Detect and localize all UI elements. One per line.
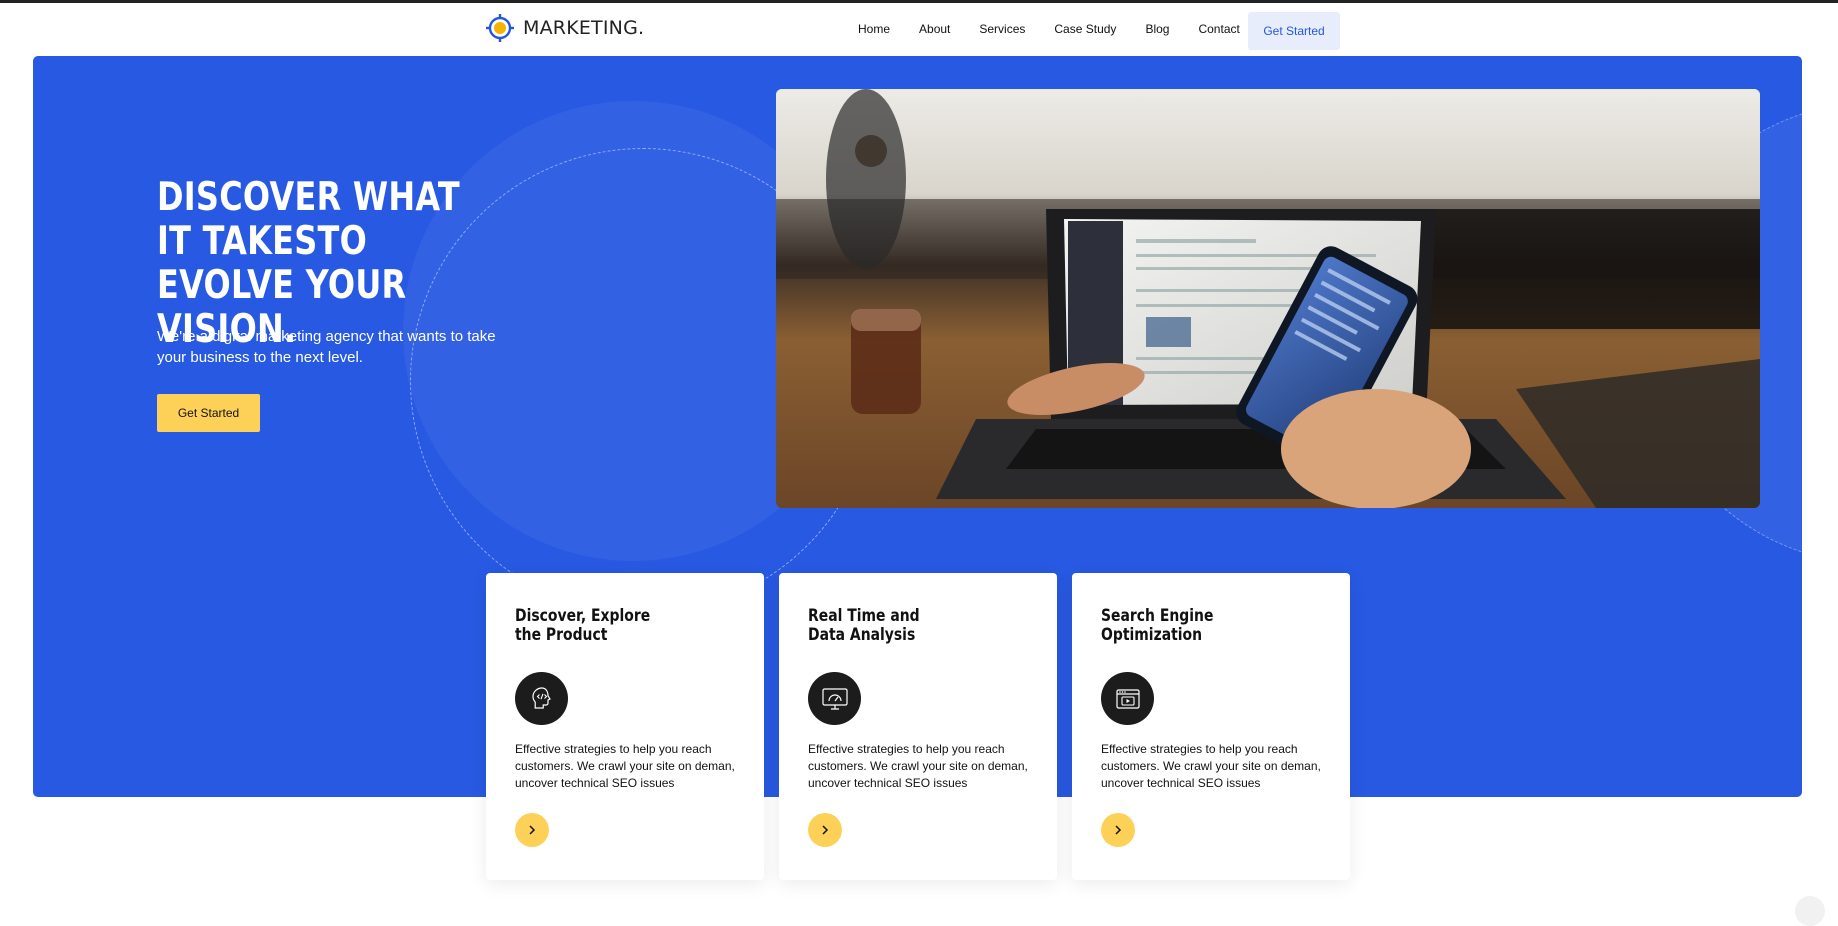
- browser-video-icon: [1101, 672, 1154, 725]
- main-nav: Home About Services Case Study Blog Cont…: [858, 3, 1269, 55]
- hero-photo-illustration: [776, 89, 1760, 508]
- card-title: Real Time and Data Analysis: [808, 606, 920, 645]
- site-header: MARKETING. Home About Services Case Stud…: [0, 3, 1838, 55]
- card-description: Effective strategies to help you reach c…: [808, 742, 1028, 790]
- scroll-to-top-button[interactable]: [1795, 896, 1825, 926]
- card-title: Search Engine Optimization: [1101, 606, 1214, 645]
- card-description: Effective strategies to help you reach c…: [515, 742, 735, 790]
- card-arrow-button[interactable]: [515, 813, 549, 847]
- nav-item-home[interactable]: Home: [858, 22, 890, 36]
- nav-item-contact[interactable]: Contact: [1198, 22, 1239, 36]
- nav-item-about[interactable]: About: [919, 22, 950, 36]
- chevron-right-icon: [822, 825, 829, 835]
- brand-logo[interactable]: MARKETING.: [485, 13, 644, 43]
- chevron-right-icon: [1115, 825, 1122, 835]
- card-arrow-button[interactable]: [808, 813, 842, 847]
- hero-get-started-button[interactable]: Get Started: [157, 394, 260, 432]
- brand-name: MARKETING.: [523, 17, 645, 39]
- nav-item-blog[interactable]: Blog: [1145, 22, 1169, 36]
- monitor-gauge-icon: [808, 672, 861, 725]
- hero-photo: [776, 89, 1760, 508]
- service-card-seo: Search Engine Optimization Effective str…: [1072, 573, 1350, 880]
- nav-item-case-study[interactable]: Case Study: [1054, 22, 1116, 36]
- nav-get-started-button[interactable]: Get Started: [1248, 12, 1340, 50]
- service-card-analysis: Real Time and Data Analysis Effective st…: [779, 573, 1057, 880]
- head-code-icon: [515, 672, 568, 725]
- card-arrow-button[interactable]: [1101, 813, 1135, 847]
- nav-item-services[interactable]: Services: [979, 22, 1025, 36]
- target-logo-icon: [486, 14, 514, 42]
- chevron-right-icon: [529, 825, 536, 835]
- card-description: Effective strategies to help you reach c…: [1101, 742, 1321, 790]
- service-card-discover: Discover, Explore the Product Effective …: [486, 573, 764, 880]
- hero-subtitle: We're a digital marketing agency that wa…: [157, 328, 496, 366]
- card-title: Discover, Explore the Product: [515, 606, 651, 645]
